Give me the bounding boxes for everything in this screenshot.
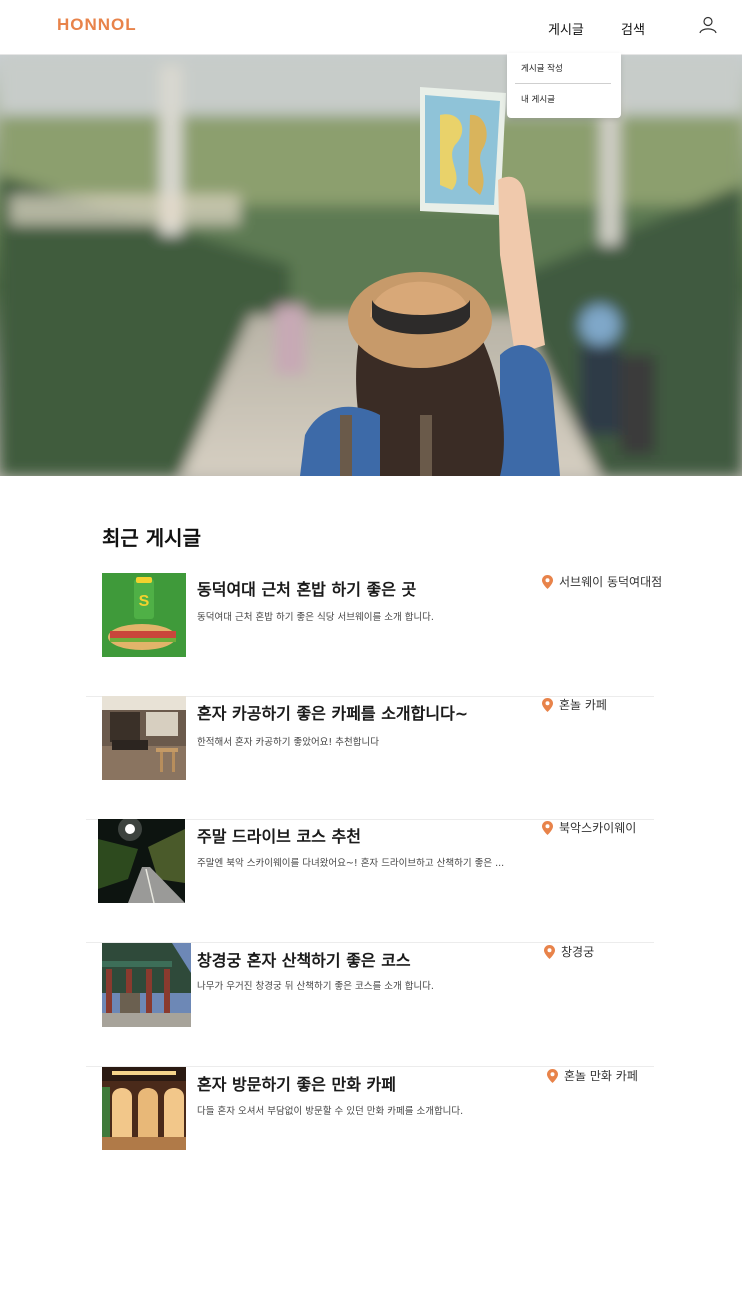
- svg-text:S: S: [139, 593, 150, 610]
- nav-posts[interactable]: 게시글: [548, 19, 584, 38]
- palace-photo: [102, 943, 191, 1027]
- post-title[interactable]: 창경궁 혼자 산책하기 좋은 코스: [197, 947, 411, 971]
- menu-item-write-post[interactable]: 게시글 작성: [521, 62, 563, 74]
- post-description: 주말엔 북악 스카이웨이를 다녀왔어요~! 혼자 드라이브하고 산책하기 좋은 …: [197, 858, 505, 869]
- manga-cafe-photo: [102, 1067, 186, 1150]
- post-title[interactable]: 동덕여대 근처 혼밥 하기 좋은 곳: [197, 576, 416, 600]
- post-description: 동덕여대 근처 혼밥 하기 좋은 식당 서브웨이를 소개 합니다.: [197, 612, 434, 623]
- post-thumbnail: [102, 696, 186, 780]
- posts-dropdown: 게시글 작성 내 게시글: [507, 53, 621, 118]
- top-header: HONNOL 게시글 검색: [0, 0, 742, 55]
- post-location-label: 창경궁: [561, 945, 595, 959]
- post-thumbnail: [102, 1067, 186, 1150]
- subway-sandwich-photo: S: [102, 573, 186, 657]
- section-title-recent: 최근 게시글: [102, 526, 201, 550]
- hero-image: [0, 55, 742, 476]
- post-location-label: 혼놀 만화 카페: [564, 1069, 638, 1083]
- post-location: 북악스카이웨이: [542, 819, 636, 836]
- location-pin-icon: [542, 820, 553, 835]
- post-title[interactable]: 혼자 방문하기 좋은 만화 카페: [197, 1071, 396, 1095]
- post-item[interactable]: 혼자 방문하기 좋은 만화 카페 다들 혼자 오셔서 부담없이 방문할 수 있던…: [86, 1067, 654, 1191]
- post-location: 서브웨이 동덕여대점: [542, 573, 662, 590]
- traveler-holding-map-photo: [0, 55, 742, 476]
- post-title[interactable]: 혼자 카공하기 좋은 카페를 소개합니다~: [197, 700, 468, 724]
- nav-search[interactable]: 검색: [621, 19, 645, 38]
- post-item[interactable]: 창경궁 혼자 산책하기 좋은 코스 나무가 우거진 창경궁 뒤 산책하기 좋은 …: [86, 943, 654, 1067]
- logo[interactable]: HONNOL: [57, 15, 137, 35]
- menu-item-my-posts[interactable]: 내 게시글: [521, 93, 555, 105]
- post-item[interactable]: S 동덕여대 근처 혼밥 하기 좋은 곳 동덕여대 근처 혼밥 하기 좋은 식당…: [86, 573, 662, 697]
- post-item[interactable]: 주말 드라이브 코스 추천 주말엔 북악 스카이웨이를 다녀왔어요~! 혼자 드…: [86, 819, 654, 943]
- location-pin-icon: [544, 944, 555, 959]
- post-location: 혼놀 만화 카페: [547, 1067, 638, 1084]
- post-description: 나무가 우거진 창경궁 뒤 산책하기 좋은 코스를 소개 합니다.: [197, 981, 434, 992]
- post-thumbnail: S: [102, 573, 186, 657]
- post-location: 창경궁: [544, 943, 594, 960]
- location-pin-icon: [542, 697, 553, 712]
- post-title[interactable]: 주말 드라이브 코스 추천: [197, 823, 361, 847]
- post-thumbnail: [98, 819, 185, 903]
- post-location-label: 북악스카이웨이: [559, 821, 637, 835]
- post-location-label: 서브웨이 동덕여대점: [559, 575, 663, 589]
- post-description: 다들 혼자 오셔서 부담없이 방문할 수 있던 만화 카페를 소개합니다.: [197, 1106, 464, 1117]
- post-thumbnail: [102, 943, 191, 1027]
- post-location-label: 혼놀 카페: [559, 698, 607, 712]
- post-location: 혼놀 카페: [542, 696, 607, 713]
- cafe-interior-photo: [102, 696, 186, 780]
- location-pin-icon: [547, 1068, 558, 1083]
- post-item[interactable]: 혼자 카공하기 좋은 카페를 소개합니다~ 한적해서 혼자 카공하기 좋았어요!…: [86, 696, 654, 820]
- location-pin-icon: [542, 574, 553, 589]
- night-road-photo: [98, 819, 185, 903]
- post-description: 한적해서 혼자 카공하기 좋았어요! 추천합니다: [197, 737, 379, 748]
- user-icon[interactable]: [698, 15, 718, 35]
- dropdown-divider: [515, 83, 611, 84]
